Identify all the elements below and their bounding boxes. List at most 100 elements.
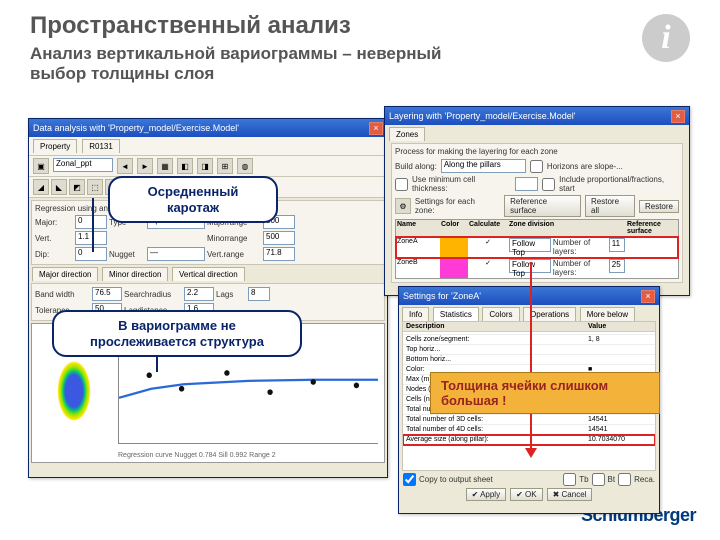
stats-val: 14541 [585,425,655,434]
lbl: Number of layers: [553,238,607,256]
tab-r0131[interactable]: R0131 [82,139,120,153]
play-icon[interactable]: ► [137,158,153,174]
data-analysis-window: Data analysis with 'Property_model/Exerc… [28,118,388,478]
cell [626,258,678,278]
tab-info[interactable]: Info [402,307,429,321]
window-title: Data analysis with 'Property_model/Exerc… [33,119,239,137]
tool-icon[interactable]: ◨ [197,158,213,174]
lbl: Build along: [395,162,437,171]
color-swatch[interactable] [440,258,468,278]
horizons-slope-checkbox[interactable] [530,160,543,173]
stats-desc: Cells zone/segment: [403,335,585,344]
tool-icon[interactable]: ◢ [33,179,49,195]
lbl: Settings for each zone: [415,197,496,215]
cancel-button[interactable]: ✖ Cancel [547,488,593,501]
ref-surf-button[interactable]: Reference surface [504,195,581,217]
stats-val: 10.7034070 [585,435,655,444]
lbl: Vert. [35,234,73,243]
tool-icon[interactable]: ◍ [237,158,253,174]
color-swatch[interactable] [440,237,468,257]
tool-icon[interactable]: ◩ [69,179,85,195]
tab-minor-dir[interactable]: Minor direction [102,267,168,281]
lbl: Include proportional/fractions, start [559,175,679,193]
vertrange-input[interactable]: 71.8 [263,247,295,261]
zone-row-a[interactable]: ZoneA ✓ Follow TopNumber of layers:11 [396,237,678,258]
settings-icon[interactable]: ⚙ [395,198,411,214]
zonal-input[interactable]: Zonal_ppt [53,158,113,172]
close-icon[interactable]: × [671,110,685,123]
tab-more[interactable]: More below [580,307,635,321]
zone-icon[interactable]: ▣ [33,158,49,174]
cell: ZoneB [396,258,440,278]
tab-vertical-dir[interactable]: Vertical direction [172,267,245,281]
prev-icon[interactable]: ◄ [117,158,133,174]
apply-button[interactable]: ✔ Apply [466,488,507,501]
tab-statistics[interactable]: Statistics [433,307,479,321]
lbl: Horizons are slope-... [547,162,623,171]
reca-checkbox[interactable] [618,473,631,486]
zone-table: Name Color Calculate Zone division Refer… [395,219,679,279]
calc-check[interactable]: ✓ [468,258,508,278]
tab-property[interactable]: Property [33,139,77,153]
stats-desc: Top horiz... [403,345,585,354]
buildalong-select[interactable]: Along the pillars [441,159,526,173]
ok-button[interactable]: ✔ OK [510,488,543,501]
arrow-line [530,262,532,452]
callout-avg-log: Осредненный каротаж [108,176,278,223]
bt-checkbox[interactable] [592,473,605,486]
searchradius-input[interactable]: 2.2 [184,287,214,301]
close-icon[interactable]: × [641,290,655,303]
tab-major-dir[interactable]: Major direction [32,267,98,281]
stats-val: 14541 [585,415,655,424]
col-ref: Reference surface [626,220,678,236]
tool-icon[interactable]: ◧ [177,158,193,174]
lbl: Band width [35,290,90,299]
lbl: Vert.range [207,250,261,259]
lbl: Lags [216,290,246,299]
tab-colors[interactable]: Colors [482,307,519,321]
min-thickness-checkbox[interactable] [395,178,408,191]
min-thickness-input[interactable] [515,177,539,191]
settings-buttons: ✔ Apply ✔ OK ✖ Cancel [399,488,659,505]
nugget-input[interactable]: — [147,247,205,261]
layers-input[interactable]: 25 [609,259,625,273]
restore-all-button[interactable]: Restore all [585,195,635,217]
arrow-head-icon [525,448,537,458]
minorrange-input[interactable]: 500 [263,231,295,245]
bandwidth-input[interactable]: 76.5 [92,287,122,301]
tool-icon[interactable]: ⬚ [87,179,103,195]
divtype-select[interactable]: Follow Top [509,238,551,252]
arrow-line [92,198,94,252]
stats-val [585,345,655,354]
close-icon[interactable]: × [369,122,383,135]
slide-subtitle: Анализ вертикальной вариограммы – неверн… [30,44,490,83]
col-color: Color [440,220,468,236]
calc-check[interactable]: ✓ [468,237,508,257]
titlebar: Data analysis with 'Property_model/Exerc… [29,119,387,137]
lbl: Bt [608,475,616,484]
col-calc: Calculate [468,220,508,236]
vert-input[interactable]: 1.1 [75,231,107,245]
stats-desc: Total number of 4D cells: [403,425,585,434]
tool-icon[interactable]: ▦ [157,158,173,174]
zones-tab[interactable]: Zones [389,127,425,141]
col-zonediv: Zone division [508,220,626,236]
tool-icon[interactable]: ⊞ [217,158,233,174]
restore-button[interactable]: Restore [639,200,679,213]
stats-desc: Total number of 3D cells: [403,415,585,424]
lags-input[interactable]: 8 [248,287,270,301]
copy-output-checkbox[interactable] [403,473,416,486]
titlebar: Layering with 'Property_model/Exercise.M… [385,107,689,125]
stats-desc: Average size (along pillar): [403,435,585,444]
tb-checkbox[interactable] [563,473,576,486]
tool-icon[interactable]: ◣ [51,179,67,195]
zone-row-b[interactable]: ZoneB ✓ Follow TopNumber of layers:25 [396,258,678,278]
include-prop-checkbox[interactable] [542,178,555,191]
lbl: Searchradius [124,290,182,299]
layering-body: Zones Process for making the layering fo… [385,125,689,287]
stats-row: Average size (along pillar):10.7034070 [403,435,655,445]
stats-val [585,355,655,364]
dip-input[interactable]: 0 [75,247,107,261]
layers-input[interactable]: 11 [609,238,625,252]
major-input[interactable]: 0 [75,215,107,229]
